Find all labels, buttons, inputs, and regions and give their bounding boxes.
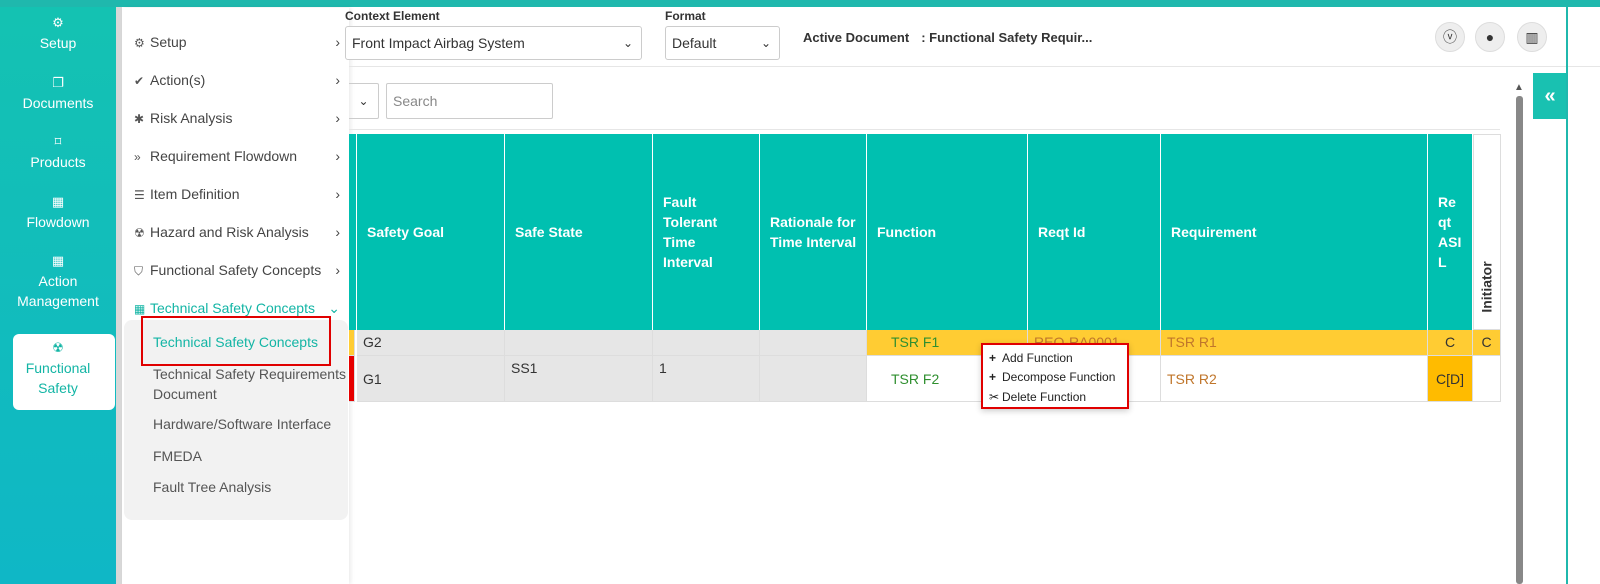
scrollbar-thumb[interactable]: [1516, 96, 1523, 584]
bar-chart-icon: ▥: [1525, 29, 1539, 45]
column-header-spacer: [349, 134, 357, 330]
cell-rationale[interactable]: [760, 330, 867, 356]
building-icon: ▦: [51, 194, 65, 209]
chevron-right-icon: ›: [335, 110, 340, 126]
cell-rationale[interactable]: [760, 356, 867, 402]
main-nav-setup[interactable]: ⚙ Setup: [0, 15, 116, 53]
header-separator: [349, 66, 1600, 67]
submenu-child-tsr-document[interactable]: Technical Safety Requirements Document: [153, 364, 348, 404]
gears-icon: ⚙: [52, 15, 64, 30]
menu-item-add-function[interactable]: + Add Function: [989, 350, 1073, 366]
copy-icon: ❐: [52, 75, 64, 90]
drop-button[interactable]: ●: [1475, 22, 1505, 52]
chevron-right-icon: ›: [335, 148, 340, 164]
active-document: Active Document: Functional Safety Requi…: [803, 30, 1093, 45]
chevron-right-icon: ›: [335, 262, 340, 278]
cell-safety-goal[interactable]: G2: [357, 330, 505, 356]
cell-safe-state[interactable]: SS1: [505, 356, 653, 402]
plus-icon: +: [989, 351, 997, 365]
column-header-initiator[interactable]: Initiator: [1473, 134, 1501, 330]
column-header-reqt-id[interactable]: Reqt Id: [1028, 134, 1161, 330]
menu-item-delete-function[interactable]: ✂ Delete Function: [989, 389, 1086, 405]
submenu-child-fmeda[interactable]: FMEDA: [153, 446, 348, 466]
chevron-down-icon: ⌄: [760, 36, 771, 50]
chevron-right-icon: ›: [335, 224, 340, 240]
highlight-box-menu: [141, 316, 331, 366]
cell-ftti[interactable]: 1: [653, 356, 760, 402]
right-accent-bar: [1566, 7, 1568, 584]
list-icon: ☰: [134, 188, 145, 202]
droplet-icon: ●: [1485, 29, 1495, 45]
content-separator: [349, 129, 1500, 130]
vimeo-button[interactable]: ⓥ: [1435, 22, 1465, 52]
cell-requirement[interactable]: TSR R1: [1161, 330, 1428, 356]
building-icon: ▦: [51, 253, 65, 268]
submenu-item-setup[interactable]: ⚙ Setup ›: [134, 30, 346, 54]
submenu-item-actions[interactable]: ✔ Action(s) ›: [134, 68, 346, 92]
vimeo-icon: ⓥ: [1443, 29, 1457, 45]
main-nav-functional-safety[interactable]: ☢ Functional Safety: [13, 334, 115, 410]
column-header-safe-state[interactable]: Safe State: [505, 134, 653, 330]
function-context-menu: + Add Function + Decompose Function ✂ Delet…: [981, 343, 1129, 409]
row-indicator: [349, 356, 355, 402]
menu-item-decompose-function[interactable]: + Decompose Function: [989, 369, 1115, 385]
cell-asil[interactable]: C[D]: [1428, 356, 1473, 402]
main-nav: ⚙ Setup ❐ Documents ⌑ Products ▦ Flowdow…: [0, 7, 116, 584]
cell-ftti[interactable]: [653, 330, 760, 356]
cell-initiator[interactable]: [1473, 356, 1501, 402]
column-header-rationale[interactable]: Rationale for Time Interval: [760, 134, 867, 330]
cell-safety-goal[interactable]: G1: [357, 356, 505, 402]
column-header-reqt-asil[interactable]: Reqt ASIL: [1428, 134, 1473, 330]
cell-requirement[interactable]: TSR R2: [1161, 356, 1428, 402]
cell-safe-state[interactable]: [505, 330, 653, 356]
main-nav-products[interactable]: ⌑ Products: [0, 134, 116, 172]
format-select[interactable]: Default ⌄: [665, 26, 780, 60]
chevron-down-icon: ⌄: [358, 94, 369, 108]
scissors-icon: ✂: [989, 390, 1000, 404]
search-input[interactable]: Search: [386, 83, 553, 119]
submenu-panel: ⚙ Setup › ✔ Action(s) › ✱ Risk Analysis › »…: [122, 8, 349, 584]
cell-initiator[interactable]: C: [1473, 330, 1501, 356]
submenu-item-requirement-flowdown[interactable]: » Requirement Flowdown ›: [134, 144, 346, 168]
cell-asil[interactable]: C: [1428, 330, 1473, 356]
format-label: Format: [665, 9, 706, 23]
vertical-scrollbar[interactable]: ▲: [1514, 82, 1524, 584]
page-size-select[interactable]: ⌄: [349, 83, 379, 119]
double-chevron-left-icon: «: [1544, 85, 1556, 107]
submenu-item-functional-safety-concepts[interactable]: ⛉ Functional Safety Concepts ›: [134, 258, 346, 282]
row-indicator: [349, 330, 355, 356]
double-chevron-down-icon: »: [134, 150, 141, 164]
context-element-label: Context Element: [345, 9, 440, 23]
expand-panel-button[interactable]: «: [1533, 73, 1567, 119]
radiation-icon: ☢: [52, 340, 64, 355]
submenu-item-item-definition[interactable]: ☰ Item Definition ›: [134, 182, 346, 206]
product-icon: ⌑: [54, 134, 62, 149]
column-header-safety-goal[interactable]: Safety Goal: [357, 134, 505, 330]
radiation-icon: ☢: [134, 226, 145, 240]
submenu-child-fault-tree-analysis[interactable]: Fault Tree Analysis: [153, 477, 348, 497]
main-nav-flowdown[interactable]: ▦ Flowdown: [0, 194, 116, 232]
column-header-function[interactable]: Function: [867, 134, 1028, 330]
bug-icon: ✱: [134, 112, 145, 126]
chart-button[interactable]: ▥: [1517, 22, 1547, 52]
check-icon: ✔: [134, 74, 145, 88]
submenu-item-hazard-risk-analysis[interactable]: ☢ Hazard and Risk Analysis ›: [134, 220, 346, 244]
main-nav-action-management[interactable]: ▦ Action Management: [0, 253, 116, 311]
context-element-select[interactable]: Front Impact Airbag System ⌄: [345, 26, 642, 60]
submenu-child-hw-sw-interface[interactable]: Hardware/Software Interface: [153, 414, 348, 434]
scroll-up-icon[interactable]: ▲: [1514, 82, 1524, 93]
chevron-right-icon: ›: [335, 186, 340, 202]
column-header-ftti[interactable]: Fault Tolerant Time Interval: [653, 134, 760, 330]
gears-icon: ⚙: [134, 36, 145, 50]
main-nav-documents[interactable]: ❐ Documents: [0, 75, 116, 113]
submenu-item-risk-analysis[interactable]: ✱ Risk Analysis ›: [134, 106, 346, 130]
column-header-requirement[interactable]: Requirement: [1161, 134, 1428, 330]
plus-icon: +: [989, 370, 997, 384]
chevron-right-icon: ›: [335, 72, 340, 88]
chevron-right-icon: ›: [335, 34, 340, 50]
shield-icon: ⛉: [134, 264, 144, 278]
top-accent-bar: [0, 0, 1600, 7]
chevron-down-icon: ⌄: [622, 36, 633, 50]
